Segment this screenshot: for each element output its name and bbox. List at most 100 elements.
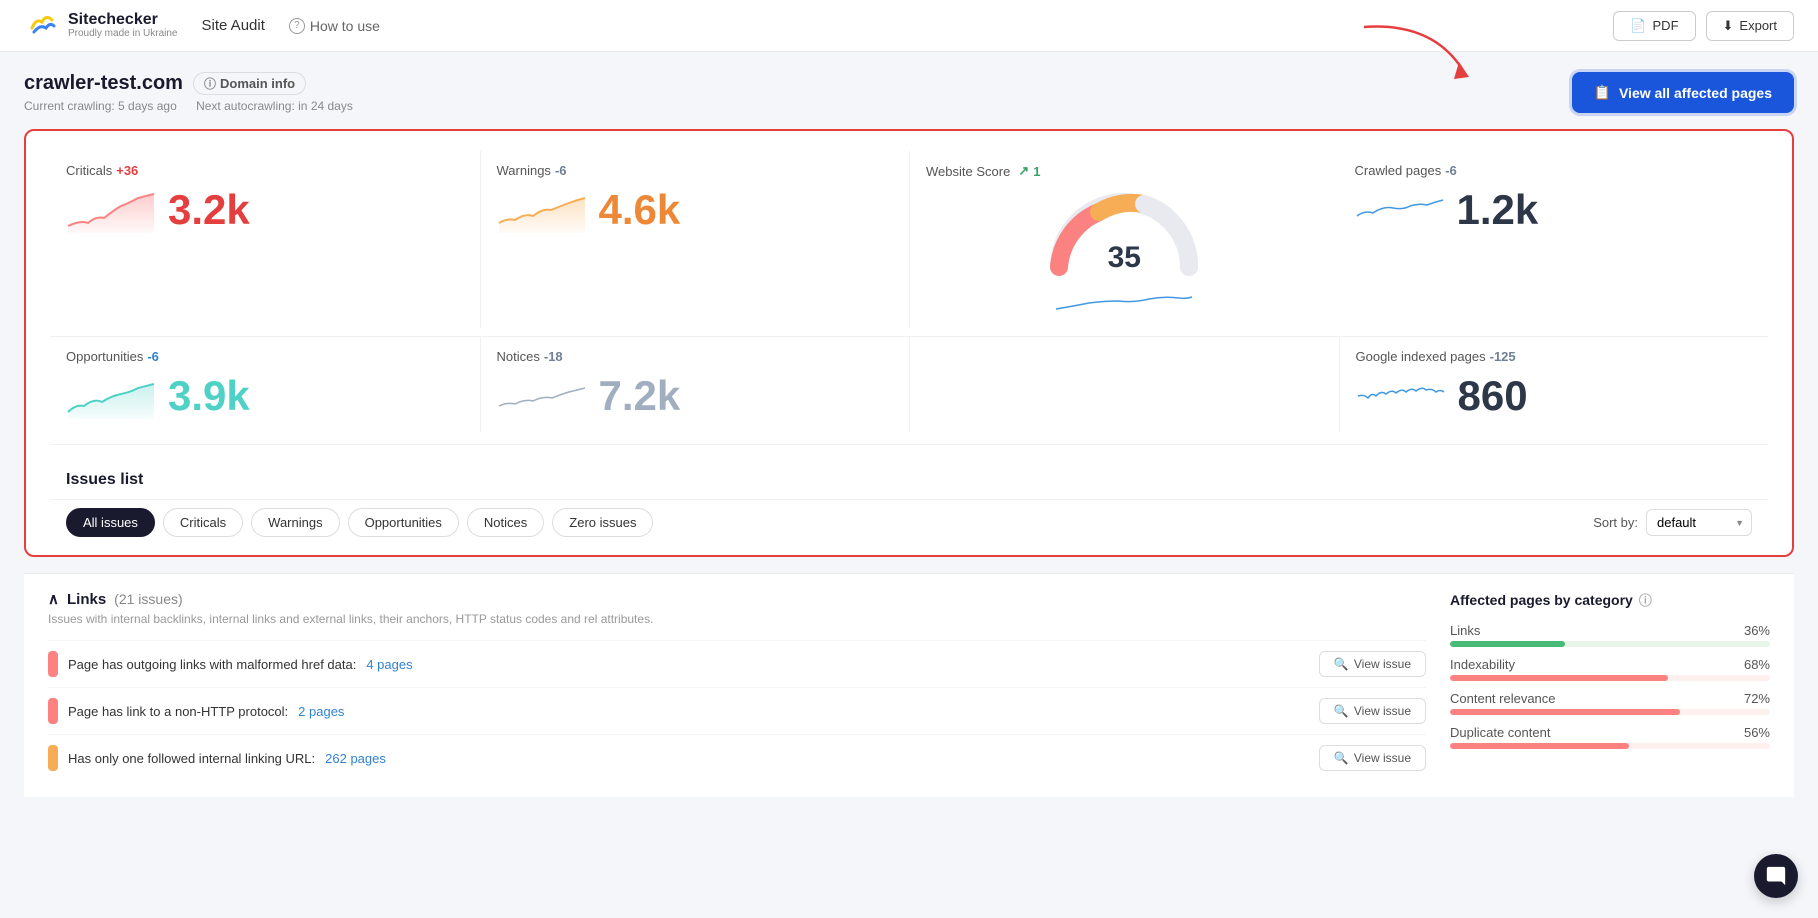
issue-pages-count: 4 pages xyxy=(366,657,412,672)
affected-indexability-label-row: Indexability 68% xyxy=(1450,657,1770,672)
filter-all-issues[interactable]: All issues xyxy=(66,508,155,537)
nav-site-audit[interactable]: Site Audit xyxy=(202,17,265,34)
issue-row: Has only one followed internal linking U… xyxy=(48,734,1426,781)
sort-wrapper: default alphabetical count xyxy=(1646,509,1752,536)
affected-duplicate-label-row: Duplicate content 56% xyxy=(1450,725,1770,740)
warnings-stat[interactable]: Warnings -6 4.6k xyxy=(480,151,910,328)
main-content: crawler-test.com ⓘ Domain info Current c… xyxy=(0,52,1818,817)
criticals-change: +36 xyxy=(116,163,138,178)
issue-left: Page has outgoing links with malformed h… xyxy=(48,651,413,677)
export-icon: ⬇ xyxy=(1723,18,1734,34)
issues-list-title: Issues list xyxy=(50,459,1768,499)
content-bar-track xyxy=(1450,709,1770,715)
crawled-pages-stat[interactable]: Crawled pages -6 1.2k xyxy=(1339,151,1769,328)
filter-warnings[interactable]: Warnings xyxy=(251,508,339,537)
warnings-change: -6 xyxy=(555,163,567,178)
filter-zero-issues[interactable]: Zero issues xyxy=(552,508,653,537)
filter-notices[interactable]: Notices xyxy=(467,508,544,537)
logo-text: Sitechecker Proudly made in Ukraine xyxy=(68,11,178,41)
logo-icon xyxy=(24,8,60,44)
opportunities-stat[interactable]: Opportunities -6 3.9k xyxy=(50,337,480,432)
opportunities-sparkline xyxy=(66,374,156,419)
stats-bottom-grid: Opportunities -6 3.9k Notices -18 xyxy=(50,336,1768,432)
info-circle-icon: ⓘ xyxy=(1639,590,1652,609)
criticals-value-row: 3.2k xyxy=(66,186,464,234)
links-bar-fill xyxy=(1450,641,1565,647)
header-right: 📄 PDF ⬇ Export xyxy=(1613,11,1794,41)
bottom-content: ∧ Links (21 issues) Issues with internal… xyxy=(24,573,1794,797)
affected-indexability-pct: 68% xyxy=(1744,657,1770,672)
search-icon: 🔍 xyxy=(1334,751,1349,765)
search-icon: 🔍 xyxy=(1334,704,1349,718)
chat-bubble-button[interactable] xyxy=(1754,854,1798,898)
domain-name: crawler-test.com xyxy=(24,72,183,95)
warnings-sparkline xyxy=(497,188,587,233)
issue-text: Page has link to a non-HTTP protocol: xyxy=(68,704,288,719)
nav-how-to-use[interactable]: ? How to use xyxy=(289,18,380,34)
chevron-up-icon: ∧ xyxy=(48,590,59,608)
google-indexed-sparkline xyxy=(1356,374,1446,419)
sort-row: Sort by: default alphabetical count xyxy=(1593,509,1752,536)
notices-value-row: 7.2k xyxy=(497,372,894,420)
domain-info-badge[interactable]: ⓘ Domain info xyxy=(193,72,306,95)
issue-left: Page has link to a non-HTTP protocol: 2 … xyxy=(48,698,344,724)
website-score-change: 1 xyxy=(1033,164,1040,179)
logo-title: Sitechecker xyxy=(68,11,178,29)
notices-stat[interactable]: Notices -18 7.2k xyxy=(480,337,910,432)
site-meta: Current crawling: 5 days ago Next autocr… xyxy=(24,99,369,113)
affected-content-label-row: Content relevance 72% xyxy=(1450,691,1770,706)
crawled-pages-change: -6 xyxy=(1445,163,1457,178)
affected-content-pct: 72% xyxy=(1744,691,1770,706)
affected-content-row: Content relevance 72% xyxy=(1450,691,1770,715)
notices-change: -18 xyxy=(544,349,563,364)
issue-row: Page has link to a non-HTTP protocol: 2 … xyxy=(48,687,1426,734)
warnings-value: 4.6k xyxy=(599,186,681,234)
issue-left: Has only one followed internal linking U… xyxy=(48,745,386,771)
main-stats-card: Criticals +36 3.2k Warnings -6 xyxy=(24,129,1794,557)
affected-links-row: Links 36% xyxy=(1450,623,1770,647)
logo-area: Sitechecker Proudly made in Ukraine xyxy=(24,8,178,44)
issue-severity-dot xyxy=(48,651,58,677)
links-section: ∧ Links (21 issues) Issues with internal… xyxy=(48,590,1426,781)
indexability-bar-track xyxy=(1450,675,1770,681)
issues-list-section: Issues list All issues Criticals Warning… xyxy=(50,444,1768,555)
affected-links-label-row: Links 36% xyxy=(1450,623,1770,638)
indexability-bar-fill xyxy=(1450,675,1668,681)
duplicate-bar-track xyxy=(1450,743,1770,749)
filter-opportunities[interactable]: Opportunities xyxy=(348,508,459,537)
view-issue-button[interactable]: 🔍 View issue xyxy=(1319,745,1426,771)
filter-criticals[interactable]: Criticals xyxy=(163,508,243,537)
logo-subtitle: Proudly made in Ukraine xyxy=(68,28,178,40)
export-button[interactable]: ⬇ Export xyxy=(1706,11,1794,41)
pdf-button[interactable]: 📄 PDF xyxy=(1613,11,1695,41)
criticals-stat[interactable]: Criticals +36 3.2k xyxy=(50,151,480,328)
header-left: Sitechecker Proudly made in Ukraine Site… xyxy=(24,8,380,44)
website-score-stat[interactable]: Website Score ↗ 1 xyxy=(909,151,1339,328)
criticals-sparkline xyxy=(66,188,156,233)
crawled-pages-label: Crawled pages -6 xyxy=(1355,163,1753,178)
affected-indexability-label: Indexability xyxy=(1450,657,1515,672)
issue-text: Has only one followed internal linking U… xyxy=(68,751,315,766)
chat-icon xyxy=(1765,865,1787,887)
help-circle-icon: ? xyxy=(289,18,305,34)
google-indexed-stat[interactable]: Google indexed pages -125 860 xyxy=(1339,337,1769,432)
warnings-label: Warnings -6 xyxy=(497,163,894,178)
issue-severity-dot xyxy=(48,745,58,771)
opportunities-label: Opportunities -6 xyxy=(66,349,464,364)
affected-duplicate-label: Duplicate content xyxy=(1450,725,1550,740)
document-icon: 📋 xyxy=(1594,84,1611,101)
links-title: Links xyxy=(67,591,106,608)
issue-pages-count: 262 pages xyxy=(325,751,386,766)
sort-select[interactable]: default alphabetical count xyxy=(1646,509,1752,536)
crawled-pages-value-row: 1.2k xyxy=(1355,186,1753,234)
view-issue-button[interactable]: 🔍 View issue xyxy=(1319,698,1426,724)
affected-pages-title: Affected pages by category ⓘ xyxy=(1450,590,1770,609)
google-indexed-value-row: 860 xyxy=(1356,372,1753,420)
view-affected-button[interactable]: 📋 View all affected pages xyxy=(1572,72,1794,113)
links-bar-track xyxy=(1450,641,1770,647)
view-issue-button[interactable]: 🔍 View issue xyxy=(1319,651,1426,677)
affected-pages-sidebar: Affected pages by category ⓘ Links 36% I… xyxy=(1450,590,1770,781)
stats-top-grid: Criticals +36 3.2k Warnings -6 xyxy=(50,151,1768,328)
opportunities-value: 3.9k xyxy=(168,372,250,420)
next-crawl: Next autocrawling: in 24 days xyxy=(196,99,353,113)
